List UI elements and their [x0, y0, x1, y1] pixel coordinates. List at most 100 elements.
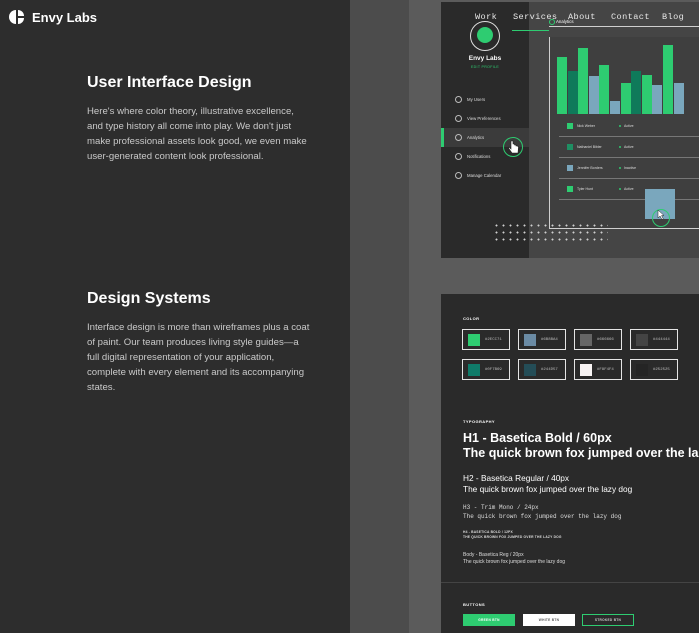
section-body: Interface design is more than wireframes… [87, 322, 310, 393]
brand-name: Envy Labs [32, 9, 98, 25]
body-sample: Body - Basetica Reg / 20px The quick bro… [463, 552, 565, 566]
dashboard-menu-label: Notifications [467, 154, 491, 159]
row-name: Jennifer Borders [577, 166, 603, 170]
color-swatch: #666666 [574, 329, 622, 350]
dashboard-menu-label: Manage Calendar [467, 173, 502, 178]
design-systems-section: Design Systems Interface design is more … [87, 290, 312, 395]
dot-grid-decoration [493, 222, 608, 242]
h4-sample: H4 - BASETICA BOLD / 12PX THE QUICK BROW… [463, 530, 562, 540]
body-spec: Body - Basetica Reg / 20px [463, 552, 524, 558]
row-name: Nick Weber [577, 124, 596, 128]
bar-chart [557, 42, 699, 114]
color-swatch: #0F7B69 [462, 359, 510, 380]
divider [441, 582, 699, 583]
color-swatch: #252525 [630, 359, 678, 380]
nav-item-blog[interactable]: Blog [662, 12, 684, 22]
swatch-hex: #666666 [597, 337, 614, 342]
color-swatch: #444444 [630, 329, 678, 350]
table-row[interactable]: Tyler Hunt Active [559, 179, 699, 200]
table-row[interactable]: Nathaniel Bibler Active [559, 137, 699, 158]
calendar-icon [455, 172, 462, 179]
envy-labs-logo-icon [9, 9, 25, 25]
dashboard-menu-item[interactable]: Manage Calendar [441, 166, 529, 185]
section-title: Design Systems [87, 290, 211, 307]
dashboard-user-name: Envy Labs [468, 55, 502, 62]
user-table: Nick Weber Active Nathaniel Bibler Active Je… [559, 116, 699, 200]
h3-spec: H3 - Trim Mono / 24px [463, 504, 539, 511]
swatch-color-chip [468, 333, 480, 346]
swatch-color-chip [580, 333, 592, 346]
h2-text: The quick brown fox jumped over the lazy… [463, 484, 633, 494]
color-swatch: #6B8BA4 [518, 329, 566, 350]
swatch-hex: #F8F4F4 [597, 367, 614, 372]
table-row[interactable]: Nick Weber Active [559, 116, 699, 137]
h3-text: The quick brown fox jumped over the lazy… [463, 512, 622, 520]
chart-bar [610, 101, 620, 114]
swatch-color-chip [636, 333, 648, 346]
divider [549, 26, 699, 27]
chart-bar [652, 84, 663, 114]
swatch-color-chip [468, 363, 480, 376]
h3-sample: H3 - Trim Mono / 24px The quick brown fo… [463, 504, 621, 521]
nav-item-services[interactable]: Services [513, 12, 557, 22]
avatar [470, 21, 500, 51]
row-name: Tyler Hunt [577, 187, 593, 191]
ui-design-section: User Interface Design Here's where color… [87, 74, 312, 164]
row-swatch [567, 165, 573, 171]
edit-profile-link: EDIT PROFILE [470, 65, 500, 69]
table-row[interactable]: Jennifer Borders Inactive [559, 158, 699, 179]
row-status: Inactive [619, 166, 636, 170]
stroked-button[interactable]: STROKED BTN [582, 614, 634, 626]
color-swatch: #244D57 [518, 359, 566, 380]
pointer-cursor-icon [657, 210, 665, 220]
swatch-hex: #252525 [653, 367, 670, 372]
chart-bar [663, 45, 673, 114]
h2-spec: H2 - Basetica Regular / 40px [463, 473, 570, 483]
buttons-label: BUTTONS [463, 602, 486, 607]
brand[interactable]: Envy Labs [9, 9, 97, 25]
body-text: The quick brown fox jumped over the lazy… [463, 559, 565, 565]
white-button[interactable]: WHITE BTN [523, 614, 575, 626]
pointer-cursor-icon [508, 140, 519, 154]
swatch-hex: #0F7B69 [485, 367, 502, 372]
h1-sample: H1 - Basetica Bold / 60px The quick brow… [463, 431, 699, 461]
nav-item-contact[interactable]: Contact [611, 12, 650, 22]
h2-sample: H2 - Basetica Regular / 40px The quick b… [463, 473, 632, 495]
chart-bar [673, 82, 684, 114]
section-body: Here's where color theory, illustrative … [87, 106, 307, 162]
h1-spec: H1 - Basetica Bold / 60px [463, 431, 612, 445]
dashboard-menu-item[interactable]: View Preferences [441, 109, 529, 128]
chart-bar [588, 75, 599, 114]
dashboard-menu-label: View Preferences [467, 116, 501, 121]
chart-bar [620, 83, 631, 114]
style-guide-mockup: COLOR #2ECC71 #6B8BA4 #666666 #444444 #0F7B6… [441, 294, 699, 633]
h4-text: THE QUICK BROWN FOX JUMPED OVER THE LAZY… [463, 535, 562, 539]
h1-text: The quick brown fox jumped over the lazy… [463, 446, 699, 460]
color-label: COLOR [463, 316, 480, 321]
color-swatch: #F8F4F4 [574, 359, 622, 380]
swatch-color-chip [524, 363, 536, 376]
dashboard-menu-label: Analytics [467, 135, 485, 140]
typography-label: TYPOGRAPHY [463, 419, 496, 424]
row-swatch [567, 144, 573, 150]
chart-bar [599, 65, 610, 114]
row-status: Active [619, 145, 634, 149]
chart-bar [567, 70, 578, 114]
dashboard-menu-item[interactable]: My Users [441, 90, 529, 109]
swatch-hex: #244D57 [541, 367, 558, 372]
nav-item-about[interactable]: About [568, 12, 596, 22]
chart-bar [631, 70, 642, 114]
row-status: Active [619, 124, 634, 128]
nav-active-indicator [512, 30, 549, 31]
swatch-hex: #6B8BA4 [541, 337, 558, 342]
bell-icon [455, 153, 462, 160]
swatch-hex: #444444 [653, 337, 670, 342]
eye-icon [455, 115, 462, 122]
swatch-color-chip [636, 363, 648, 376]
user-icon [455, 96, 462, 103]
dashboard-menu-label: My Users [467, 97, 486, 102]
row-swatch [567, 186, 573, 192]
nav-item-work[interactable]: Work [475, 12, 497, 22]
green-button[interactable]: GREEN BTN [463, 614, 515, 626]
chart-icon [455, 134, 462, 141]
